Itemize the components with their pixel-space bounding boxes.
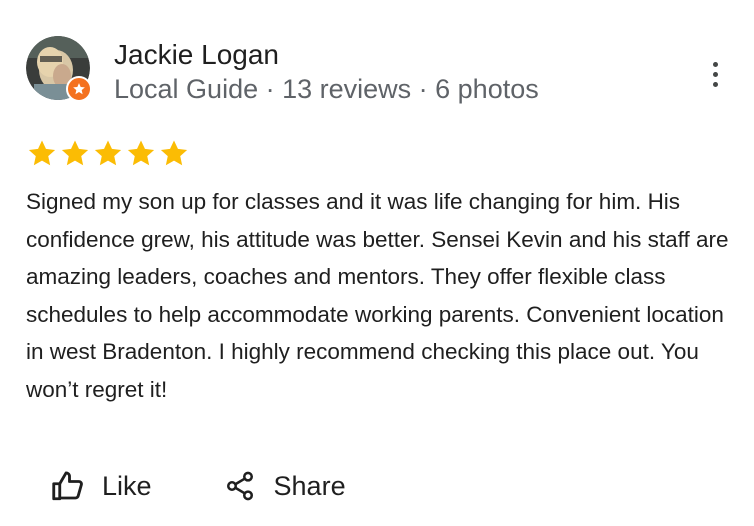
more-vert-dot bbox=[712, 81, 718, 87]
share-label: Share bbox=[273, 471, 346, 501]
reviewer-avatar[interactable] bbox=[26, 36, 92, 102]
more-options-button[interactable] bbox=[700, 56, 730, 92]
review-text: Signed my son up for classes and it was … bbox=[26, 189, 729, 402]
star-icon bbox=[125, 139, 157, 167]
star-icon bbox=[158, 139, 190, 167]
share-button[interactable]: Share bbox=[224, 464, 346, 508]
thumbs-up-icon bbox=[52, 471, 83, 501]
like-button[interactable]: Like bbox=[50, 464, 152, 508]
more-vert-icon bbox=[712, 61, 718, 67]
reviewer-meta[interactable]: Local Guide · 13 reviews · 6 photos bbox=[114, 72, 539, 106]
star-icon bbox=[26, 139, 58, 167]
star-rating bbox=[26, 139, 190, 167]
review-actions: Like Share bbox=[50, 464, 346, 508]
local-guide-badge-icon bbox=[66, 76, 92, 102]
star-icon bbox=[92, 139, 124, 167]
more-vert-dot bbox=[712, 71, 718, 77]
like-label: Like bbox=[102, 471, 152, 501]
star-icon bbox=[59, 139, 91, 167]
reviewer-name[interactable]: Jackie Logan bbox=[114, 38, 279, 72]
share-icon bbox=[226, 471, 253, 501]
